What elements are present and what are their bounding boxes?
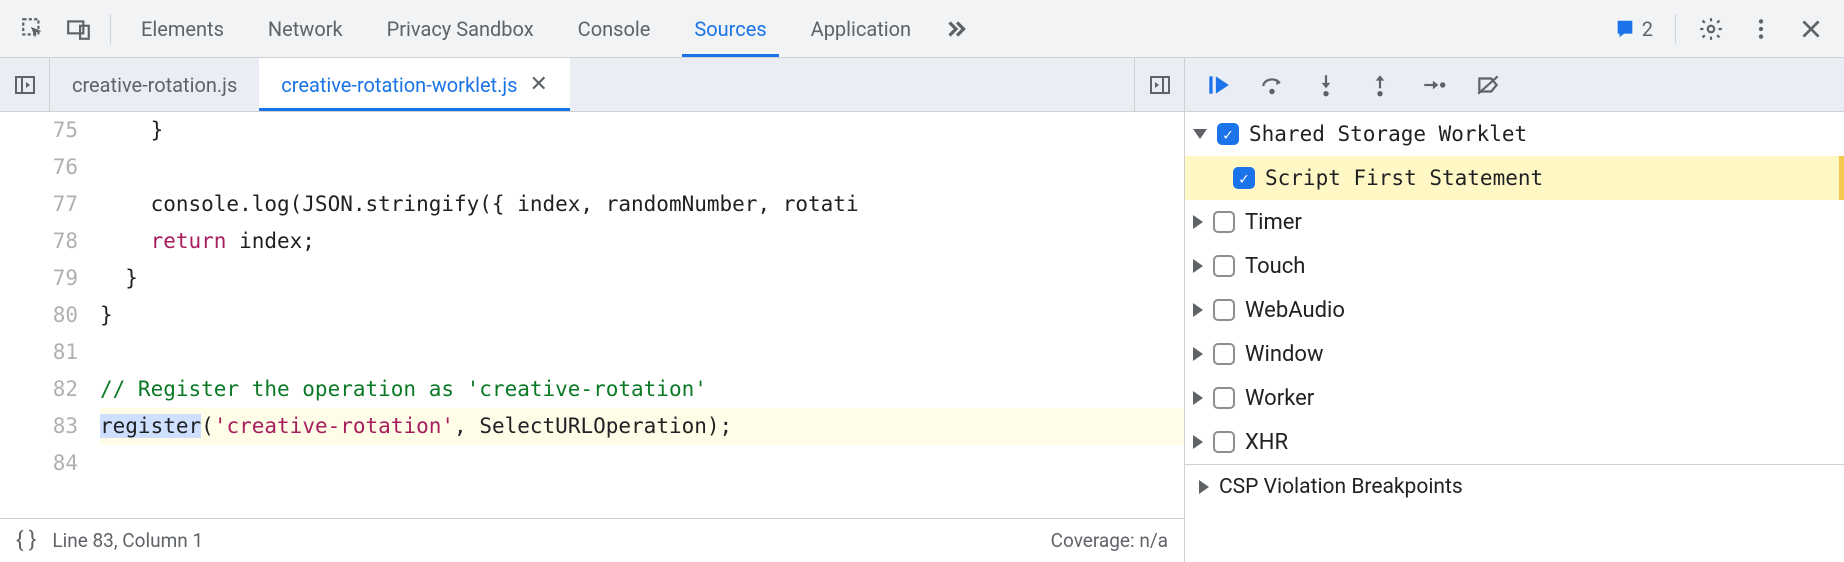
more-tabs-icon[interactable]: [933, 0, 979, 58]
code-editor[interactable]: 75767778798081828384 } console.log(JSON.…: [0, 112, 1184, 562]
breakpoint-category[interactable]: Timer: [1185, 200, 1844, 244]
breakpoint-item-selected[interactable]: Script First Statement: [1185, 156, 1844, 200]
chevron-right-icon: [1193, 259, 1203, 273]
checkbox-unchecked[interactable]: [1213, 343, 1235, 365]
main-tab[interactable]: Network: [246, 0, 365, 57]
debugger-toolbar: [1184, 58, 1844, 111]
close-icon[interactable]: ✕: [529, 72, 547, 97]
file-tab[interactable]: creative-rotation.js: [50, 58, 259, 111]
file-tab-label: creative-rotation.js: [72, 73, 237, 97]
main-tabs: ElementsNetworkPrivacy SandboxConsoleSou…: [119, 0, 933, 57]
step-over-icon[interactable]: [1249, 65, 1295, 105]
category-label: Worker: [1245, 386, 1314, 411]
cursor-position: Line 83, Column 1: [52, 529, 203, 552]
checkbox-checked[interactable]: [1233, 167, 1255, 189]
line-number[interactable]: 79: [0, 260, 78, 297]
checkbox-unchecked[interactable]: [1213, 255, 1235, 277]
breakpoint-category[interactable]: Touch: [1185, 244, 1844, 288]
section-label: CSP Violation Breakpoints: [1219, 475, 1463, 499]
code-line[interactable]: register('creative-rotation', SelectURLO…: [100, 408, 1184, 445]
checkbox-unchecked[interactable]: [1213, 211, 1235, 233]
step-out-icon[interactable]: [1357, 65, 1403, 105]
issues-counter[interactable]: 2: [1604, 17, 1663, 41]
show-debugger-icon[interactable]: [1134, 58, 1184, 111]
line-number[interactable]: 75: [0, 112, 78, 149]
editor-status-bar: { } Line 83, Column 1 Coverage: n/a: [0, 518, 1184, 562]
resume-script-icon[interactable]: [1195, 65, 1241, 105]
line-number[interactable]: 76: [0, 149, 78, 186]
step-into-icon[interactable]: [1303, 65, 1349, 105]
code-line[interactable]: [100, 334, 1184, 371]
checkbox-unchecked[interactable]: [1213, 387, 1235, 409]
category-label: Shared Storage Worklet: [1249, 122, 1527, 146]
line-number[interactable]: 83: [0, 408, 78, 445]
breakpoint-category-expanded[interactable]: Shared Storage Worklet: [1185, 112, 1844, 156]
chevron-right-icon: [1199, 480, 1209, 494]
code-line[interactable]: // Register the operation as 'creative-r…: [100, 371, 1184, 408]
close-icon[interactable]: [1788, 0, 1834, 58]
breakpoint-category[interactable]: WebAudio: [1185, 288, 1844, 332]
line-number[interactable]: 78: [0, 223, 78, 260]
pretty-print-icon[interactable]: { }: [16, 528, 36, 553]
breakpoint-category[interactable]: Worker: [1185, 376, 1844, 420]
category-label: Timer: [1245, 210, 1302, 235]
code-line[interactable]: [100, 445, 1184, 482]
chevron-right-icon: [1193, 303, 1203, 317]
file-tab[interactable]: creative-rotation-worklet.js ✕: [259, 58, 570, 111]
breakpoint-label: Script First Statement: [1265, 166, 1543, 190]
divider: [110, 14, 111, 44]
code-line[interactable]: console.log(JSON.stringify({ index, rand…: [100, 186, 1184, 223]
file-tab-label: creative-rotation-worklet.js: [281, 73, 517, 97]
coverage-status: Coverage: n/a: [1051, 529, 1168, 552]
code-line[interactable]: }: [100, 260, 1184, 297]
devtools-main-tabbar: ElementsNetworkPrivacy SandboxConsoleSou…: [0, 0, 1844, 58]
csp-breakpoints-section[interactable]: CSP Violation Breakpoints: [1185, 464, 1844, 508]
chevron-right-icon: [1193, 391, 1203, 405]
main-tab[interactable]: Application: [789, 0, 933, 57]
device-toolbar-icon[interactable]: [56, 0, 102, 58]
category-label: Window: [1245, 342, 1324, 367]
breakpoint-category[interactable]: XHR: [1185, 420, 1844, 464]
main-tab[interactable]: Console: [556, 0, 673, 57]
breakpoint-category[interactable]: Window: [1185, 332, 1844, 376]
divider: [1675, 14, 1676, 44]
chevron-right-icon: [1193, 215, 1203, 229]
settings-gear-icon[interactable]: [1688, 0, 1734, 58]
deactivate-breakpoints-icon[interactable]: [1465, 65, 1511, 105]
line-number[interactable]: 77: [0, 186, 78, 223]
show-navigator-icon[interactable]: [0, 58, 50, 111]
line-number[interactable]: 81: [0, 334, 78, 371]
main-tab[interactable]: Sources: [672, 0, 788, 57]
main-tab[interactable]: Elements: [119, 0, 246, 57]
issues-count: 2: [1642, 17, 1653, 41]
category-label: WebAudio: [1245, 298, 1345, 323]
checkbox-unchecked[interactable]: [1213, 431, 1235, 453]
code-line[interactable]: }: [100, 297, 1184, 334]
line-number[interactable]: 80: [0, 297, 78, 334]
chevron-down-icon: [1193, 129, 1207, 139]
line-number[interactable]: 82: [0, 371, 78, 408]
step-icon[interactable]: [1411, 65, 1457, 105]
inspect-element-icon[interactable]: [10, 0, 56, 58]
event-listener-breakpoints-panel: Shared Storage Worklet Script First Stat…: [1184, 112, 1844, 562]
chevron-right-icon: [1193, 435, 1203, 449]
chevron-right-icon: [1193, 347, 1203, 361]
category-label: Touch: [1245, 254, 1305, 279]
kebab-menu-icon[interactable]: [1738, 0, 1784, 58]
main-tab[interactable]: Privacy Sandbox: [365, 0, 556, 57]
code-line[interactable]: }: [100, 112, 1184, 149]
code-line[interactable]: return index;: [100, 223, 1184, 260]
category-label: XHR: [1245, 430, 1288, 455]
line-number[interactable]: 84: [0, 445, 78, 482]
code-line[interactable]: [100, 149, 1184, 186]
checkbox-checked[interactable]: [1217, 123, 1239, 145]
file-tabs-bar: creative-rotation.js creative-rotation-wo…: [0, 58, 1184, 111]
checkbox-unchecked[interactable]: [1213, 299, 1235, 321]
